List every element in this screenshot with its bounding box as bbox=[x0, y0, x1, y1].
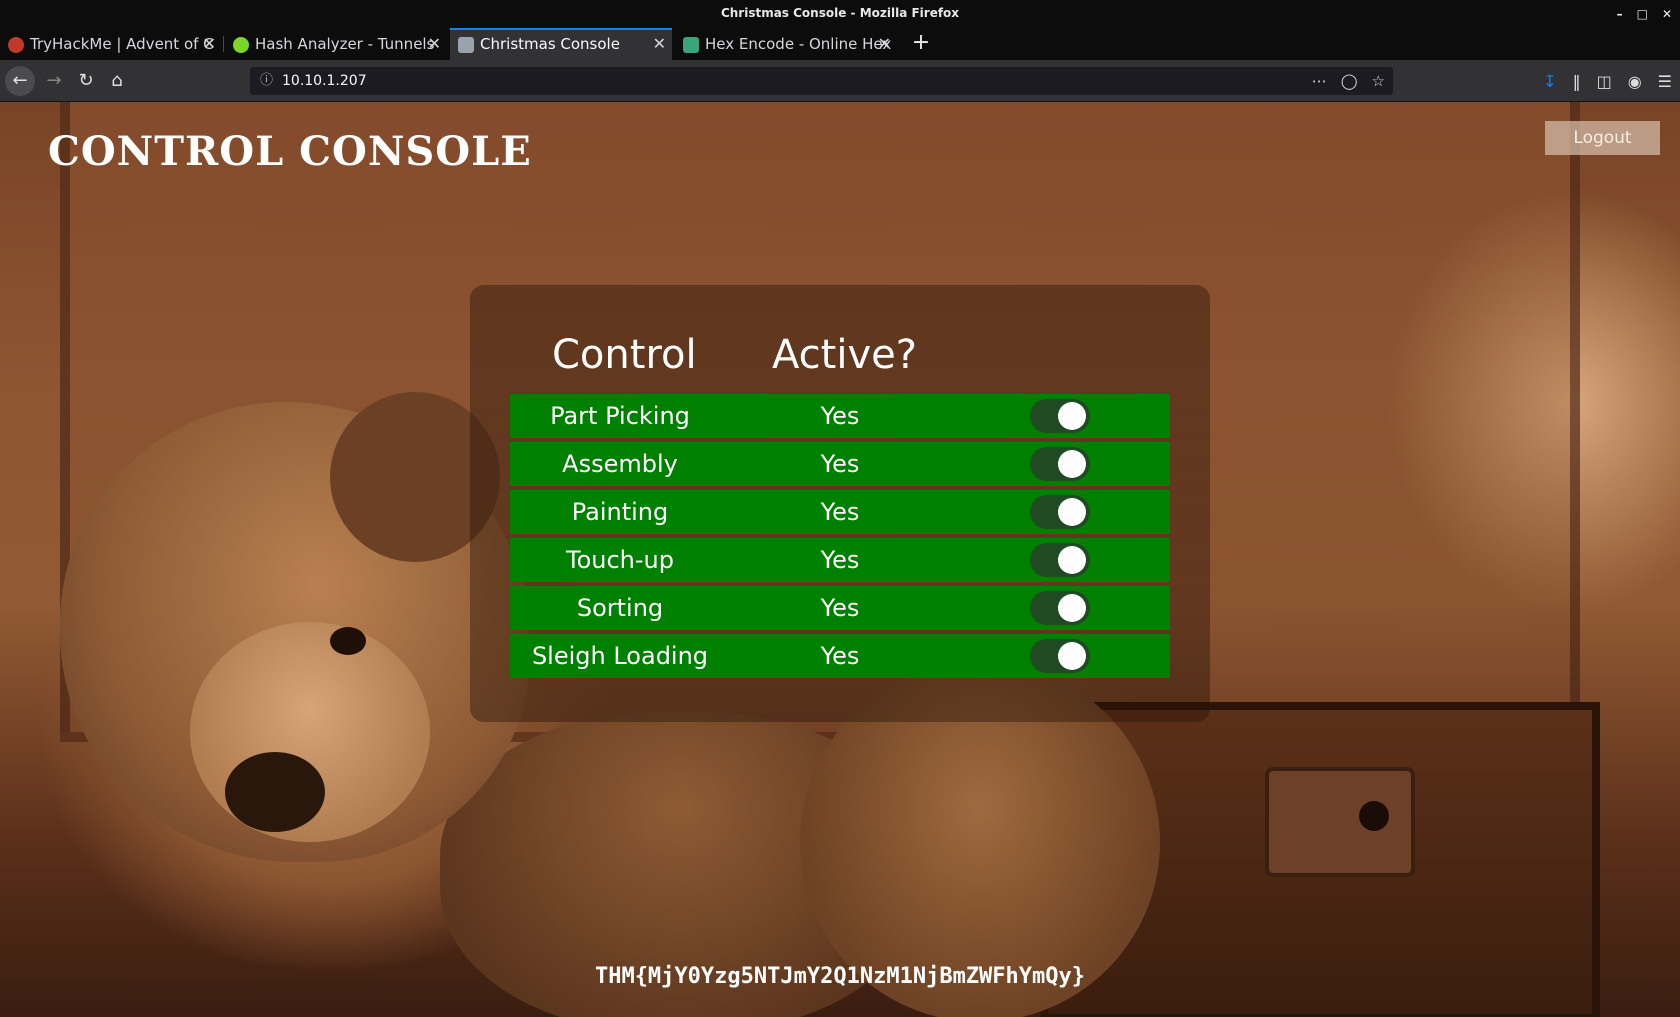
pocket-icon[interactable]: ◯ bbox=[1341, 67, 1358, 95]
sidebar-icon[interactable]: ◫ bbox=[1597, 72, 1612, 91]
flag-text: THM{MjY0Yzg5NTJmY2Q1NzM1NjBmZWFhYmQy} bbox=[594, 964, 1086, 989]
console-favicon-icon bbox=[458, 37, 474, 53]
forward-arrow-icon[interactable]: → bbox=[40, 67, 68, 95]
control-row-sleigh-loading: Sleigh Loading Yes bbox=[510, 634, 1170, 678]
tab-hex-encode[interactable]: Hex Encode - Online Hex ✕ bbox=[675, 28, 897, 60]
url-text: 10.10.1.207 bbox=[282, 73, 367, 89]
sleigh-loading-toggle[interactable] bbox=[1030, 639, 1090, 673]
reload-icon[interactable]: ↻ bbox=[72, 67, 100, 95]
control-status: Yes bbox=[820, 594, 860, 622]
control-row-part-picking: Part Picking Yes bbox=[510, 394, 1170, 438]
tab-label: Hex Encode - Online Hex bbox=[705, 35, 892, 53]
control-name: Assembly bbox=[562, 450, 678, 478]
downloads-icon[interactable]: ↧ bbox=[1543, 72, 1556, 91]
close-tab-icon[interactable]: ✕ bbox=[428, 28, 441, 60]
header-active: Active? bbox=[772, 332, 917, 378]
touch-up-toggle[interactable] bbox=[1030, 543, 1090, 577]
page-content: CONTROL CONSOLE Logout Control Active? P… bbox=[0, 102, 1680, 1017]
window-titlebar: Christmas Console - Mozilla Firefox – □ … bbox=[0, 0, 1680, 28]
site-info-icon[interactable]: ⓘ bbox=[260, 67, 273, 95]
control-status: Yes bbox=[820, 498, 860, 526]
page-title: CONTROL CONSOLE bbox=[48, 128, 532, 175]
control-row-sorting: Sorting Yes bbox=[510, 586, 1170, 630]
control-row-touch-up: Touch-up Yes bbox=[510, 538, 1170, 582]
control-status: Yes bbox=[820, 546, 860, 574]
trunk-lock-image bbox=[1265, 767, 1415, 877]
close-window-icon[interactable]: ✕ bbox=[1662, 1, 1672, 27]
logout-button[interactable]: Logout bbox=[1545, 121, 1660, 155]
painting-toggle[interactable] bbox=[1030, 495, 1090, 529]
control-name: Part Picking bbox=[550, 402, 690, 430]
home-icon[interactable]: ⌂ bbox=[103, 67, 131, 95]
bookmark-star-icon[interactable]: ☆ bbox=[1372, 67, 1385, 95]
control-name: Painting bbox=[571, 498, 669, 526]
part-picking-toggle[interactable] bbox=[1030, 399, 1090, 433]
tab-label: TryHackMe | Advent of C bbox=[30, 35, 214, 53]
tryhackme-favicon-icon bbox=[8, 37, 24, 53]
page-actions-icon[interactable]: ⋯ bbox=[1312, 67, 1327, 95]
header-control: Control bbox=[552, 332, 697, 378]
control-name: Touch-up bbox=[566, 546, 674, 574]
control-name: Sorting bbox=[576, 594, 664, 622]
window-title: Christmas Console - Mozilla Firefox bbox=[720, 6, 960, 20]
control-status: Yes bbox=[820, 450, 860, 478]
control-row-painting: Painting Yes bbox=[510, 490, 1170, 534]
library-icon[interactable]: ‖ bbox=[1573, 72, 1581, 91]
account-icon[interactable]: ◉ bbox=[1628, 72, 1642, 91]
tab-strip: TryHackMe | Advent of C ✕ Hash Analyzer … bbox=[0, 28, 1680, 60]
tab-hash-analyzer[interactable]: Hash Analyzer - Tunnels ✕ bbox=[225, 28, 447, 60]
navigation-bar: ← → ↻ ⌂ ⓘ 10.10.1.207 ⋯ ◯ ☆ bbox=[0, 60, 1680, 102]
menu-icon[interactable]: ☰ bbox=[1658, 72, 1672, 91]
maximize-icon[interactable]: □ bbox=[1637, 1, 1648, 27]
minimize-icon[interactable]: – bbox=[1617, 1, 1623, 27]
tab-label: Christmas Console bbox=[480, 35, 620, 53]
tab-tryhackme[interactable]: TryHackMe | Advent of C ✕ bbox=[0, 28, 222, 60]
sorting-toggle[interactable] bbox=[1030, 591, 1090, 625]
teddy-bear-eye-image bbox=[330, 627, 366, 655]
url-bar[interactable]: ⓘ 10.10.1.207 ⋯ ◯ ☆ bbox=[250, 67, 1393, 95]
hex-favicon-icon bbox=[683, 37, 699, 53]
new-tab-icon[interactable]: + bbox=[906, 28, 936, 60]
close-tab-icon[interactable]: ✕ bbox=[653, 30, 666, 58]
teddy-bear-nose-image bbox=[225, 752, 325, 832]
back-arrow-icon[interactable]: ← bbox=[5, 66, 35, 96]
tab-christmas-console[interactable]: Christmas Console ✕ bbox=[450, 28, 672, 60]
control-row-assembly: Assembly Yes bbox=[510, 442, 1170, 486]
tab-label: Hash Analyzer - Tunnels bbox=[255, 35, 435, 53]
close-tab-icon[interactable]: ✕ bbox=[878, 28, 891, 60]
assembly-toggle[interactable] bbox=[1030, 447, 1090, 481]
control-status: Yes bbox=[820, 642, 860, 670]
control-name: Sleigh Loading bbox=[531, 642, 709, 670]
control-table: Part Picking Yes Assembly Yes Painting Y… bbox=[510, 394, 1170, 682]
toolbar-right: ↧ ‖ ◫ ◉ ☰ bbox=[1543, 60, 1672, 102]
window-controls: – □ ✕ bbox=[1617, 0, 1672, 28]
hash-favicon-icon bbox=[233, 37, 249, 53]
control-status: Yes bbox=[820, 402, 860, 430]
close-tab-icon[interactable]: ✕ bbox=[203, 28, 216, 60]
